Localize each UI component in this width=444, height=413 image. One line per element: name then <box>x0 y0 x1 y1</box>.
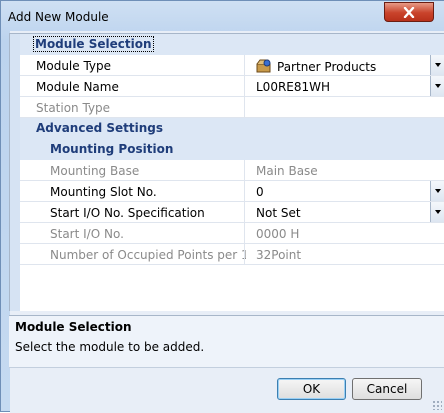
window-title: Add New Module <box>8 10 109 24</box>
row-station-type: Station Type <box>20 97 444 118</box>
module-name-dropdown-button[interactable] <box>430 76 444 96</box>
module-name-value: L00RE81WH <box>256 80 331 94</box>
mounting-base-value: Main Base <box>256 164 318 178</box>
cancel-button[interactable]: Cancel <box>352 378 422 400</box>
column-divider <box>244 97 245 117</box>
package-icon <box>256 59 271 73</box>
start-io-spec-dropdown-button[interactable] <box>430 202 444 222</box>
row-label: Mounting Base <box>50 164 140 178</box>
mounting-slot-dropdown-button[interactable] <box>430 181 444 201</box>
column-divider <box>244 223 245 243</box>
property-grid: Module Selection Module Type Partner Pro… <box>9 33 444 311</box>
mounting-slot-value: 0 <box>256 185 264 199</box>
category-module-selection[interactable]: Module Selection <box>20 34 444 55</box>
row-label: Mounting Slot No. <box>50 185 157 199</box>
description-text: Select the module to be added. <box>15 340 205 354</box>
chevron-down-icon <box>434 210 441 214</box>
row-label: Start I/O No. Specification <box>50 206 205 220</box>
occupied-points-value: 32Point <box>256 248 302 262</box>
row-label: Number of Occupied Points per 1 <box>50 248 246 262</box>
row-label: Module Name <box>36 80 119 94</box>
column-divider <box>244 244 245 264</box>
start-io-spec-value: Not Set <box>256 206 301 220</box>
row-label: Station Type <box>36 101 111 115</box>
row-label: Start I/O No. <box>50 227 124 241</box>
description-title: Module Selection <box>15 320 132 334</box>
description-panel: Module Selection Select the module to be… <box>9 315 444 368</box>
chevron-down-icon <box>434 189 441 193</box>
row-module-type[interactable]: Module Type Partner Products <box>20 55 444 76</box>
column-divider <box>244 160 245 180</box>
category-label: Module Selection <box>33 36 154 52</box>
start-io-no-value: 0000 H <box>256 227 300 241</box>
column-divider <box>244 76 245 96</box>
row-label: Module Type <box>36 59 112 73</box>
category-label: Advanced Settings <box>36 121 164 135</box>
close-button[interactable] <box>384 2 434 22</box>
row-start-io-spec[interactable]: Start I/O No. Specification Not Set <box>20 202 444 223</box>
row-occupied-points: Number of Occupied Points per 1 32Point <box>20 244 444 265</box>
module-type-dropdown-button[interactable] <box>430 55 444 75</box>
row-mounting-slot[interactable]: Mounting Slot No. 0 <box>20 181 444 202</box>
column-divider <box>244 181 245 201</box>
module-type-value: Partner Products <box>256 59 376 74</box>
grid-empty-area <box>20 265 444 311</box>
resize-grip-icon[interactable] <box>432 400 442 410</box>
module-type-text: Partner Products <box>277 60 377 74</box>
column-divider <box>244 55 245 75</box>
category-advanced-settings[interactable]: Advanced Settings <box>20 118 444 139</box>
row-start-io-no: Start I/O No. 0000 H <box>20 223 444 244</box>
category-mounting-position[interactable]: Mounting Position <box>20 139 444 160</box>
close-icon <box>403 6 415 18</box>
title-bar[interactable]: Add New Module <box>1 1 444 31</box>
chevron-down-icon <box>434 84 441 88</box>
ok-button[interactable]: OK <box>277 378 346 400</box>
row-mounting-base: Mounting Base Main Base <box>20 160 444 181</box>
grid-gutter <box>10 34 20 311</box>
category-label: Mounting Position <box>50 142 174 156</box>
chevron-down-icon <box>434 63 441 67</box>
column-divider <box>244 202 245 222</box>
row-module-name[interactable]: Module Name L00RE81WH <box>20 76 444 97</box>
